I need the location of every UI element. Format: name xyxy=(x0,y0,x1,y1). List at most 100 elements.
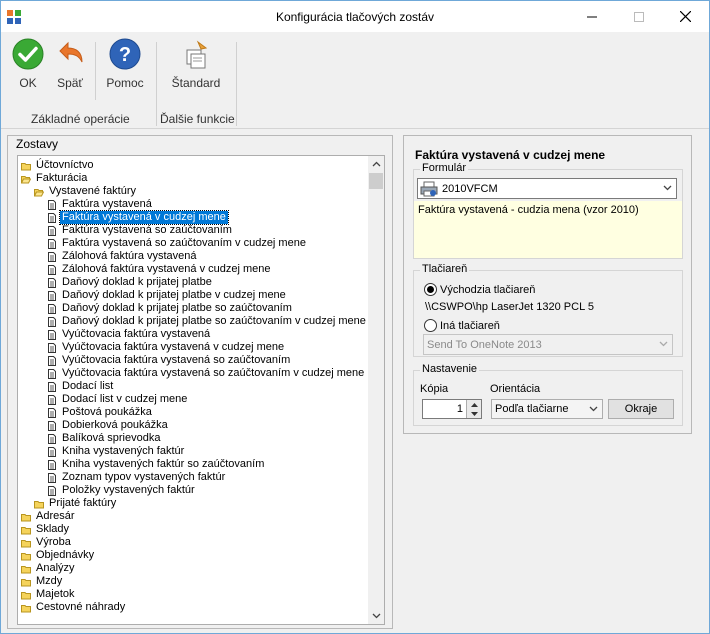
tree-item-label: Daňový doklad k prijatej platbe v cudzej… xyxy=(62,289,286,301)
tree-item[interactable]: Balíková sprievodka xyxy=(47,432,162,445)
document-icon xyxy=(48,381,56,392)
document-icon xyxy=(48,407,56,418)
tree-item[interactable]: Analýzy xyxy=(21,562,77,575)
folder-icon xyxy=(21,591,31,599)
close-button[interactable] xyxy=(662,1,708,32)
maximize-button[interactable] xyxy=(616,1,662,32)
tree-item[interactable]: Faktúra vystavená xyxy=(47,198,154,211)
tree-item[interactable]: Daňový doklad k prijatej platbe xyxy=(47,276,214,289)
spin-up-button[interactable] xyxy=(467,400,481,409)
tree-item[interactable]: Kniha vystavených faktúr xyxy=(47,445,186,458)
folder-icon xyxy=(21,552,31,560)
folder-icon xyxy=(21,162,31,170)
detail-panel: Faktúra vystavená v cudzej mene Formulár… xyxy=(403,135,692,434)
scroll-up-button[interactable] xyxy=(368,156,384,172)
tree-item[interactable]: Dodací list xyxy=(47,380,115,393)
tree-item-label: Zoznam typov vystavených faktúr xyxy=(62,471,226,483)
check-circle-icon xyxy=(12,38,44,70)
tree-item-label: Cestovné náhrady xyxy=(36,601,126,613)
tree-item-label: Sklady xyxy=(36,523,70,535)
tree-item-label: Účtovníctvo xyxy=(36,159,94,171)
tree-item-label: Poštová poukážka xyxy=(62,406,152,418)
folder-icon xyxy=(21,513,31,521)
tree-item-label: Dodací list v cudzej mene xyxy=(62,393,188,405)
tree-item[interactable]: Výroba xyxy=(21,536,73,549)
tree-item[interactable]: Vyúčtovacia faktúra vystavená so zaúčtov… xyxy=(47,354,292,367)
tree-item[interactable]: Faktúra vystavená v cudzej mene xyxy=(47,210,229,225)
copies-spinner[interactable]: 1 xyxy=(422,399,482,419)
back-button[interactable]: Späť xyxy=(51,38,89,98)
tree-item[interactable]: Daňový doklad k prijatej platbe so zaúčt… xyxy=(47,315,368,328)
tree-item[interactable]: Prijaté faktúry xyxy=(34,497,118,510)
reset-documents-icon xyxy=(186,40,208,69)
tree-item[interactable]: Fakturácia xyxy=(21,172,89,185)
tree-item[interactable]: Adresár xyxy=(21,510,77,523)
tree-item[interactable]: Faktúra vystavená so zaúčtovaním xyxy=(47,224,234,237)
scroll-thumb[interactable] xyxy=(369,173,383,189)
tree-item[interactable]: Zálohová faktúra vystavená v cudzej mene xyxy=(47,263,273,276)
ok-button[interactable]: OK xyxy=(9,38,47,98)
ribbon-separator xyxy=(95,42,96,100)
back-label: Späť xyxy=(57,76,83,90)
scroll-down-button[interactable] xyxy=(368,608,384,624)
tree-item[interactable]: Faktúra vystavená so zaúčtovaním v cudze… xyxy=(47,237,308,250)
standard-button[interactable]: Štandard xyxy=(167,38,225,98)
tree-item[interactable]: Dobierková poukážka xyxy=(47,419,170,432)
tree-item[interactable]: Majetok xyxy=(21,588,77,601)
tree-item[interactable]: Objednávky xyxy=(21,549,96,562)
close-icon xyxy=(679,11,691,22)
tree-item-label: Faktúra vystavená so zaúčtovaním v cudze… xyxy=(62,237,306,249)
form-group: Formulár 2010VFCM Faktúra vystavená - cu… xyxy=(413,162,683,259)
minimize-button[interactable] xyxy=(569,1,615,32)
tree-item[interactable]: Vyúčtovacia faktúra vystavená v cudzej m… xyxy=(47,341,286,354)
tree-item[interactable]: Daňový doklad k prijatej platbe so zaúčt… xyxy=(47,302,294,315)
tree-item[interactable]: Účtovníctvo xyxy=(21,159,95,172)
tree-item[interactable]: Položky vystavených faktúr xyxy=(47,484,197,497)
tree-item-label: Analýzy xyxy=(36,562,75,574)
other-printer-radio[interactable]: Iná tlačiareň xyxy=(424,319,500,332)
copies-value: 1 xyxy=(456,403,463,415)
chevron-down-icon xyxy=(372,613,380,619)
chevron-down-icon xyxy=(659,341,668,347)
tree-item-label: Adresár xyxy=(36,510,75,522)
tree-item[interactable]: Daňový doklad k prijatej platbe v cudzej… xyxy=(47,289,288,302)
spin-down-button[interactable] xyxy=(467,409,481,418)
tree-item[interactable]: Vyúčtovacia faktúra vystavená xyxy=(47,328,212,341)
document-icon xyxy=(48,290,56,301)
reports-tree[interactable]: Účtovníctvo Fakturácia Vystavené faktúry Fa… xyxy=(17,155,385,625)
document-icon xyxy=(48,238,56,249)
form-select[interactable]: 2010VFCM xyxy=(417,178,677,199)
tree-item[interactable]: Vystavené faktúry xyxy=(34,185,138,198)
tree-item-label: Položky vystavených faktúr xyxy=(62,484,195,496)
default-printer-name: \\CSWPO\hp LaserJet 1320 PCL 5 xyxy=(425,301,594,313)
default-printer-radio[interactable]: Východzia tlačiareň xyxy=(424,283,535,296)
tree-item[interactable]: Poštová poukážka xyxy=(47,406,154,419)
tree-item[interactable]: Cestovné náhrady xyxy=(21,601,127,614)
help-button[interactable]: ? Pomoc xyxy=(103,38,147,98)
orientation-select[interactable]: Podľa tlačiarne xyxy=(491,399,603,419)
tree-item[interactable]: Mzdy xyxy=(21,575,64,588)
folder-icon xyxy=(34,500,44,508)
folder-icon xyxy=(21,526,31,534)
document-icon xyxy=(48,199,56,210)
tree-item-label: Kniha vystavených faktúr xyxy=(62,445,185,457)
tree-item[interactable]: Zálohová faktúra vystavená xyxy=(47,250,199,263)
tree-item[interactable]: Dodací list v cudzej mene xyxy=(47,393,189,406)
tree-item[interactable]: Zoznam typov vystavených faktúr xyxy=(47,471,227,484)
chevron-down-icon xyxy=(663,185,672,191)
document-icon xyxy=(48,316,56,327)
tree-item[interactable]: Kniha vystavených faktúr so zaúčtovaním xyxy=(47,458,266,471)
margins-button[interactable]: Okraje xyxy=(608,399,674,419)
tree-item[interactable]: Sklady xyxy=(21,523,71,536)
form-description: Faktúra vystavená - cudzia mena (vzor 20… xyxy=(414,201,682,258)
title-bar: Konfigurácia tlačových zostáv xyxy=(1,1,709,32)
tree-item-label: Faktúra vystavená xyxy=(62,198,152,210)
other-printer-select[interactable]: Send To OneNote 2013 xyxy=(423,334,673,355)
tree-item-label: Daňový doklad k prijatej platbe so zaúčt… xyxy=(62,315,366,327)
tree-item[interactable]: Vyúčtovacia faktúra vystavená so zaúčtov… xyxy=(47,367,366,380)
chevron-down-icon xyxy=(589,406,598,412)
svg-text:?: ? xyxy=(119,44,131,66)
tree-item-label: Dobierková poukážka xyxy=(62,419,168,431)
document-icon xyxy=(48,251,56,262)
tree-scrollbar[interactable] xyxy=(368,156,384,624)
